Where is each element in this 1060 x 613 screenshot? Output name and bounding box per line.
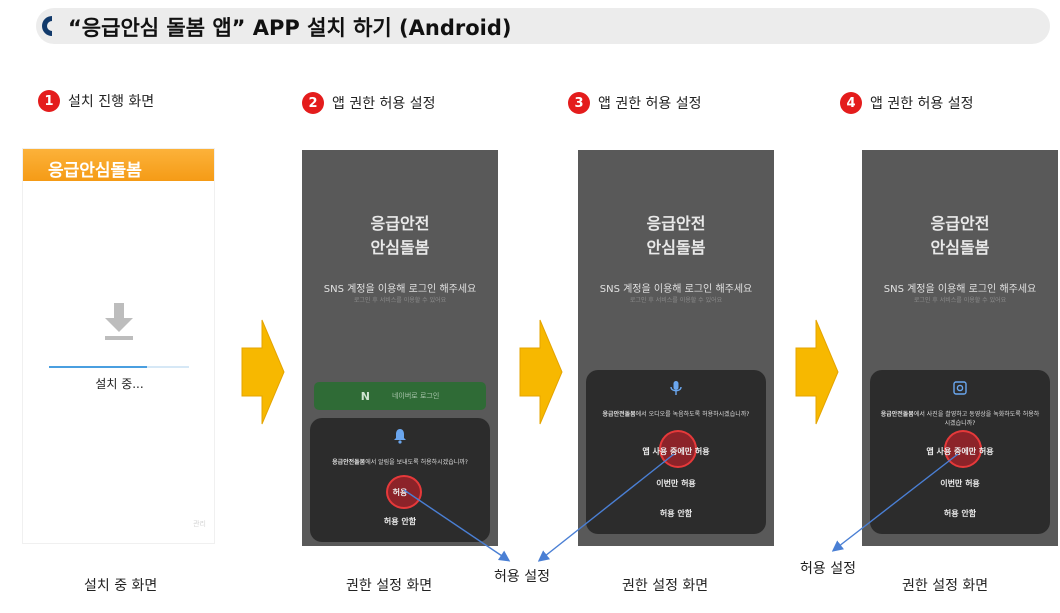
step-2-label: 2 앱 권한 허용 설정 (302, 92, 436, 114)
screen-caption-2: 권한 설정 화면 (346, 578, 433, 594)
login-subtext: 로그인 후 서비스를 이용할 수 있어요 (353, 297, 447, 304)
screen-caption-1: 설치 중 화면 (84, 578, 158, 594)
next-arrow-1 (241, 319, 285, 425)
app-name: 응급안전 안심돌봄 (930, 214, 990, 257)
step-label-text: 설치 진행 화면 (68, 94, 155, 110)
app-name: 응급안전 안심돌봄 (370, 214, 430, 257)
step-label-text: 앱 권한 허용 설정 (598, 96, 702, 112)
install-status: 설치 중... (95, 377, 144, 391)
step-label-text: 앱 권한 허용 설정 (870, 96, 974, 112)
permission-screen-microphone: 응급안전 안심돌봄 SNS 계정을 이용해 로그인 해주세요 로그인 후 서비스… (578, 150, 774, 546)
login-prompt: SNS 계정을 이용해 로그인 해주세요 (323, 284, 477, 295)
step-number-badge: 1 (38, 90, 60, 112)
permission-dialog: 응급안전돌봄에서 사진을 촬영하고 동영상을 녹화하도록 허용하시겠습니까? 앱… (870, 370, 1050, 534)
page-title: “응급안심 돌봄 앱” APP 설치 하기 (Android) (68, 16, 512, 40)
allow-while-using-option[interactable]: 앱 사용 중에만 허용 (586, 446, 766, 457)
login-subtext: 로그인 후 서비스를 이용할 수 있어요 (629, 297, 723, 304)
deny-option[interactable]: 허용 안함 (310, 516, 490, 527)
step-4-label: 4 앱 권한 허용 설정 (840, 92, 974, 114)
microphone-icon (670, 381, 682, 395)
allow-while-using-option[interactable]: 앱 사용 중에만 허용 (870, 446, 1050, 457)
naver-login-button[interactable]: N 네이버로 로그인 (314, 382, 486, 410)
step-number-badge: 2 (302, 92, 324, 114)
next-arrow-3 (795, 319, 839, 425)
permission-screen-camera: 응급안전 안심돌봄 SNS 계정을 이용해 로그인 해주세요 로그인 후 서비스… (862, 150, 1058, 546)
app-name: 응급안전 안심돌봄 (646, 214, 706, 257)
bell-icon (394, 429, 406, 444)
allow-option[interactable]: 허용 (310, 487, 490, 498)
permission-dialog: 응급안전돌봄에서 오디오를 녹음하도록 허용하시겠습니까? 앱 사용 중에만 허… (586, 370, 766, 534)
screen-caption-3: 권한 설정 화면 (622, 578, 709, 594)
step-3-label: 3 앱 권한 허용 설정 (568, 92, 702, 114)
app-header: 응급안심돌봄 (23, 149, 214, 181)
watermark: 관리 (193, 520, 206, 528)
permission-dialog: 응급안전돌봄에서 알림을 보내도록 허용하시겠습니까? 허용 허용 안함 (310, 418, 490, 542)
camera-icon (953, 381, 967, 395)
deny-option[interactable]: 허용 안함 (586, 508, 766, 519)
dialog-message: 응급안전돌봄에서 오디오를 녹음하도록 허용하시겠습니까? (602, 411, 750, 418)
progress-fill (49, 366, 147, 368)
dialog-message: 응급안전돌봄에서 알림을 보내도록 허용하시겠습니까? (332, 459, 468, 466)
download-icon (105, 303, 133, 340)
allow-once-option[interactable]: 이번만 허용 (586, 478, 766, 489)
allow-once-option[interactable]: 이번만 허용 (870, 478, 1050, 489)
step-number-badge: 3 (568, 92, 590, 114)
login-subtext: 로그인 후 서비스를 이용할 수 있어요 (913, 297, 1007, 304)
deny-option[interactable]: 허용 안함 (870, 508, 1050, 519)
install-screen: 응급안심돌봄 설치 중... 관리 (22, 148, 215, 544)
allow-setting-callout: 허용 설정 (800, 561, 856, 577)
dialog-message: 응급안전돌봄에서 사진을 촬영하고 동영상을 녹화하도록 허용하시겠습니까? (880, 411, 1040, 427)
step-label-text: 앱 권한 허용 설정 (332, 96, 436, 112)
naver-logo: N (360, 389, 370, 403)
login-prompt: SNS 계정을 이용해 로그인 해주세요 (883, 284, 1037, 295)
step-1-label: 1 설치 진행 화면 (38, 90, 154, 112)
install-progress-bar (49, 366, 189, 368)
login-prompt: SNS 계정을 이용해 로그인 해주세요 (599, 284, 753, 295)
half-circle-bullet-icon (42, 16, 52, 36)
screen-caption-4: 권한 설정 화면 (902, 578, 989, 594)
next-arrow-2 (519, 319, 563, 425)
step-number-badge: 4 (840, 92, 862, 114)
allow-setting-callout: 허용 설정 (494, 569, 550, 585)
permission-screen-notification: 응급안전 안심돌봄 SNS 계정을 이용해 로그인 해주세요 로그인 후 서비스… (302, 150, 498, 546)
naver-login-label: 네이버로 로그인 (391, 392, 440, 400)
